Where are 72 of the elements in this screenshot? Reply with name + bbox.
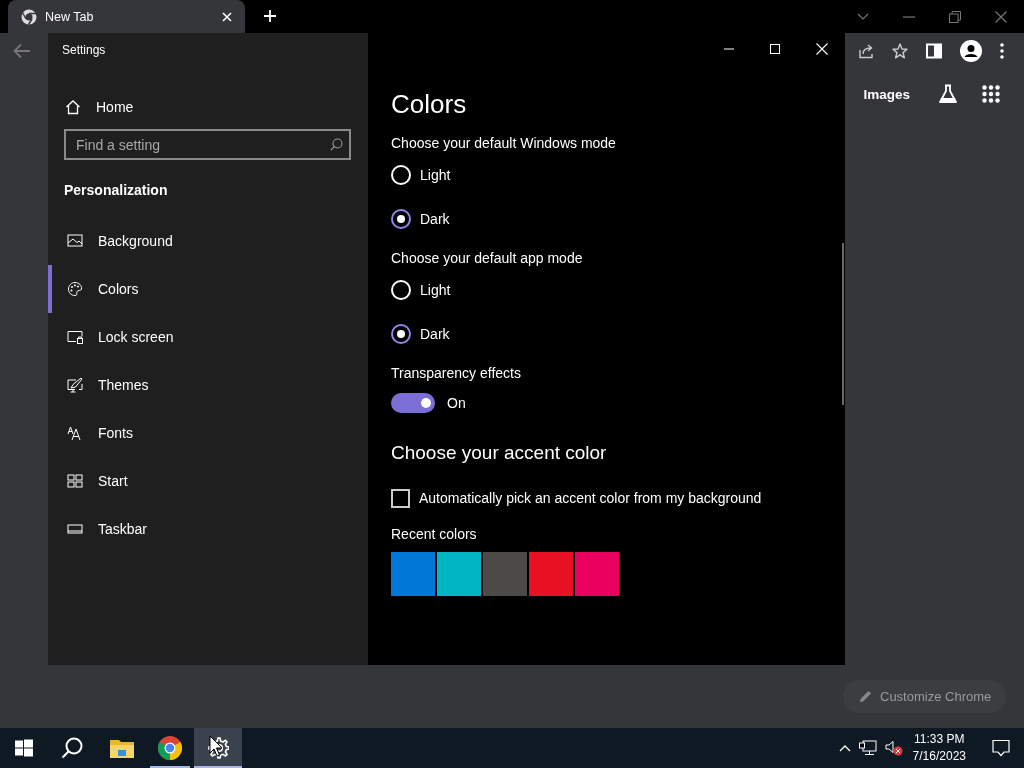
color-swatch[interactable] — [437, 552, 481, 596]
group-label: Choose your default Windows mode — [391, 135, 617, 153]
nav-item[interactable]: Taskbar — [48, 505, 368, 553]
star-icon[interactable] — [892, 43, 908, 59]
restore-icon[interactable] — [949, 10, 961, 23]
search-icon — [61, 737, 83, 759]
flask-icon[interactable] — [938, 84, 958, 104]
apps-grid-icon[interactable] — [982, 85, 1000, 103]
tiles-icon — [67, 473, 83, 489]
radio-label: Dark — [420, 211, 450, 227]
radio-button[interactable] — [391, 324, 411, 344]
clock-time[interactable]: 11:33 PM — [914, 731, 965, 748]
windows-logo-icon — [15, 739, 33, 757]
toggle-state: On — [447, 395, 466, 411]
nav-item[interactable]: Themes — [48, 361, 368, 409]
group-label: Recent colors — [391, 526, 478, 544]
pencil-icon — [859, 690, 872, 703]
checkbox-label: Automatically pick an accent color from my background — [419, 490, 762, 506]
browser-logo-icon — [158, 736, 182, 760]
nav-item[interactable]: Background — [48, 217, 368, 265]
home-icon — [65, 99, 81, 115]
plus-icon[interactable] — [263, 9, 277, 23]
group-label: Transparency effects — [391, 365, 522, 383]
lock-screen-icon — [67, 329, 83, 345]
radio-label: Dark — [420, 326, 450, 342]
color-swatch[interactable] — [529, 552, 573, 596]
folder-icon — [110, 738, 134, 758]
color-swatch[interactable] — [483, 552, 527, 596]
volume-muted-icon[interactable] — [884, 740, 903, 756]
chevron-down-icon[interactable] — [857, 12, 869, 21]
taskbar-button[interactable] — [194, 728, 242, 768]
network-icon[interactable] — [858, 740, 877, 756]
search-icon — [330, 138, 343, 151]
clock-date[interactable]: 7/16/2023 — [912, 748, 966, 765]
section-heading: Choose your accent color — [391, 442, 608, 465]
letters-icon — [67, 425, 83, 441]
browser-logo-icon — [21, 8, 37, 25]
search-field[interactable]: Find a setting — [64, 129, 351, 160]
cursor-icon — [209, 735, 223, 757]
more-icon[interactable] — [1000, 43, 1004, 59]
toggle-switch[interactable] — [391, 393, 435, 413]
radio-label: Light — [420, 167, 451, 183]
home-link[interactable]: Home — [96, 99, 134, 115]
tab-title: New Tab — [45, 9, 95, 24]
color-swatch[interactable] — [575, 552, 619, 596]
nav-item[interactable]: Lock screen — [48, 313, 368, 361]
group-label: Choose your default app mode — [391, 250, 584, 268]
profile-icon[interactable] — [960, 40, 982, 62]
nav-item[interactable]: Fonts — [48, 409, 368, 457]
page-title: Colors — [391, 89, 468, 121]
chevron-up-icon[interactable] — [838, 744, 851, 752]
window-title: Settings — [62, 43, 107, 57]
nav-item[interactable]: Start — [48, 457, 368, 505]
customize-chrome-button[interactable]: Customize Chrome — [843, 680, 1006, 713]
section-heading: Personalization — [64, 182, 169, 200]
radio-label: Light — [420, 282, 451, 298]
taskbar-icon — [67, 521, 83, 537]
side-panel-icon[interactable] — [926, 43, 942, 59]
browser-tab[interactable]: New Tab — [8, 0, 245, 33]
color-swatch[interactable] — [391, 552, 435, 596]
gear-icon — [207, 737, 229, 759]
palette-icon — [67, 281, 83, 297]
back-arrow-icon[interactable] — [13, 43, 31, 59]
brush-monitor-icon — [67, 377, 83, 393]
share-icon[interactable] — [858, 43, 874, 59]
images-link[interactable]: Images — [863, 86, 910, 102]
maximize-icon[interactable] — [770, 44, 780, 54]
radio-button[interactable] — [391, 209, 411, 229]
picture-frame-icon — [67, 233, 83, 249]
checkbox[interactable] — [391, 488, 410, 508]
notification-icon[interactable] — [992, 739, 1010, 757]
scrollbar-thumb[interactable] — [842, 243, 844, 405]
